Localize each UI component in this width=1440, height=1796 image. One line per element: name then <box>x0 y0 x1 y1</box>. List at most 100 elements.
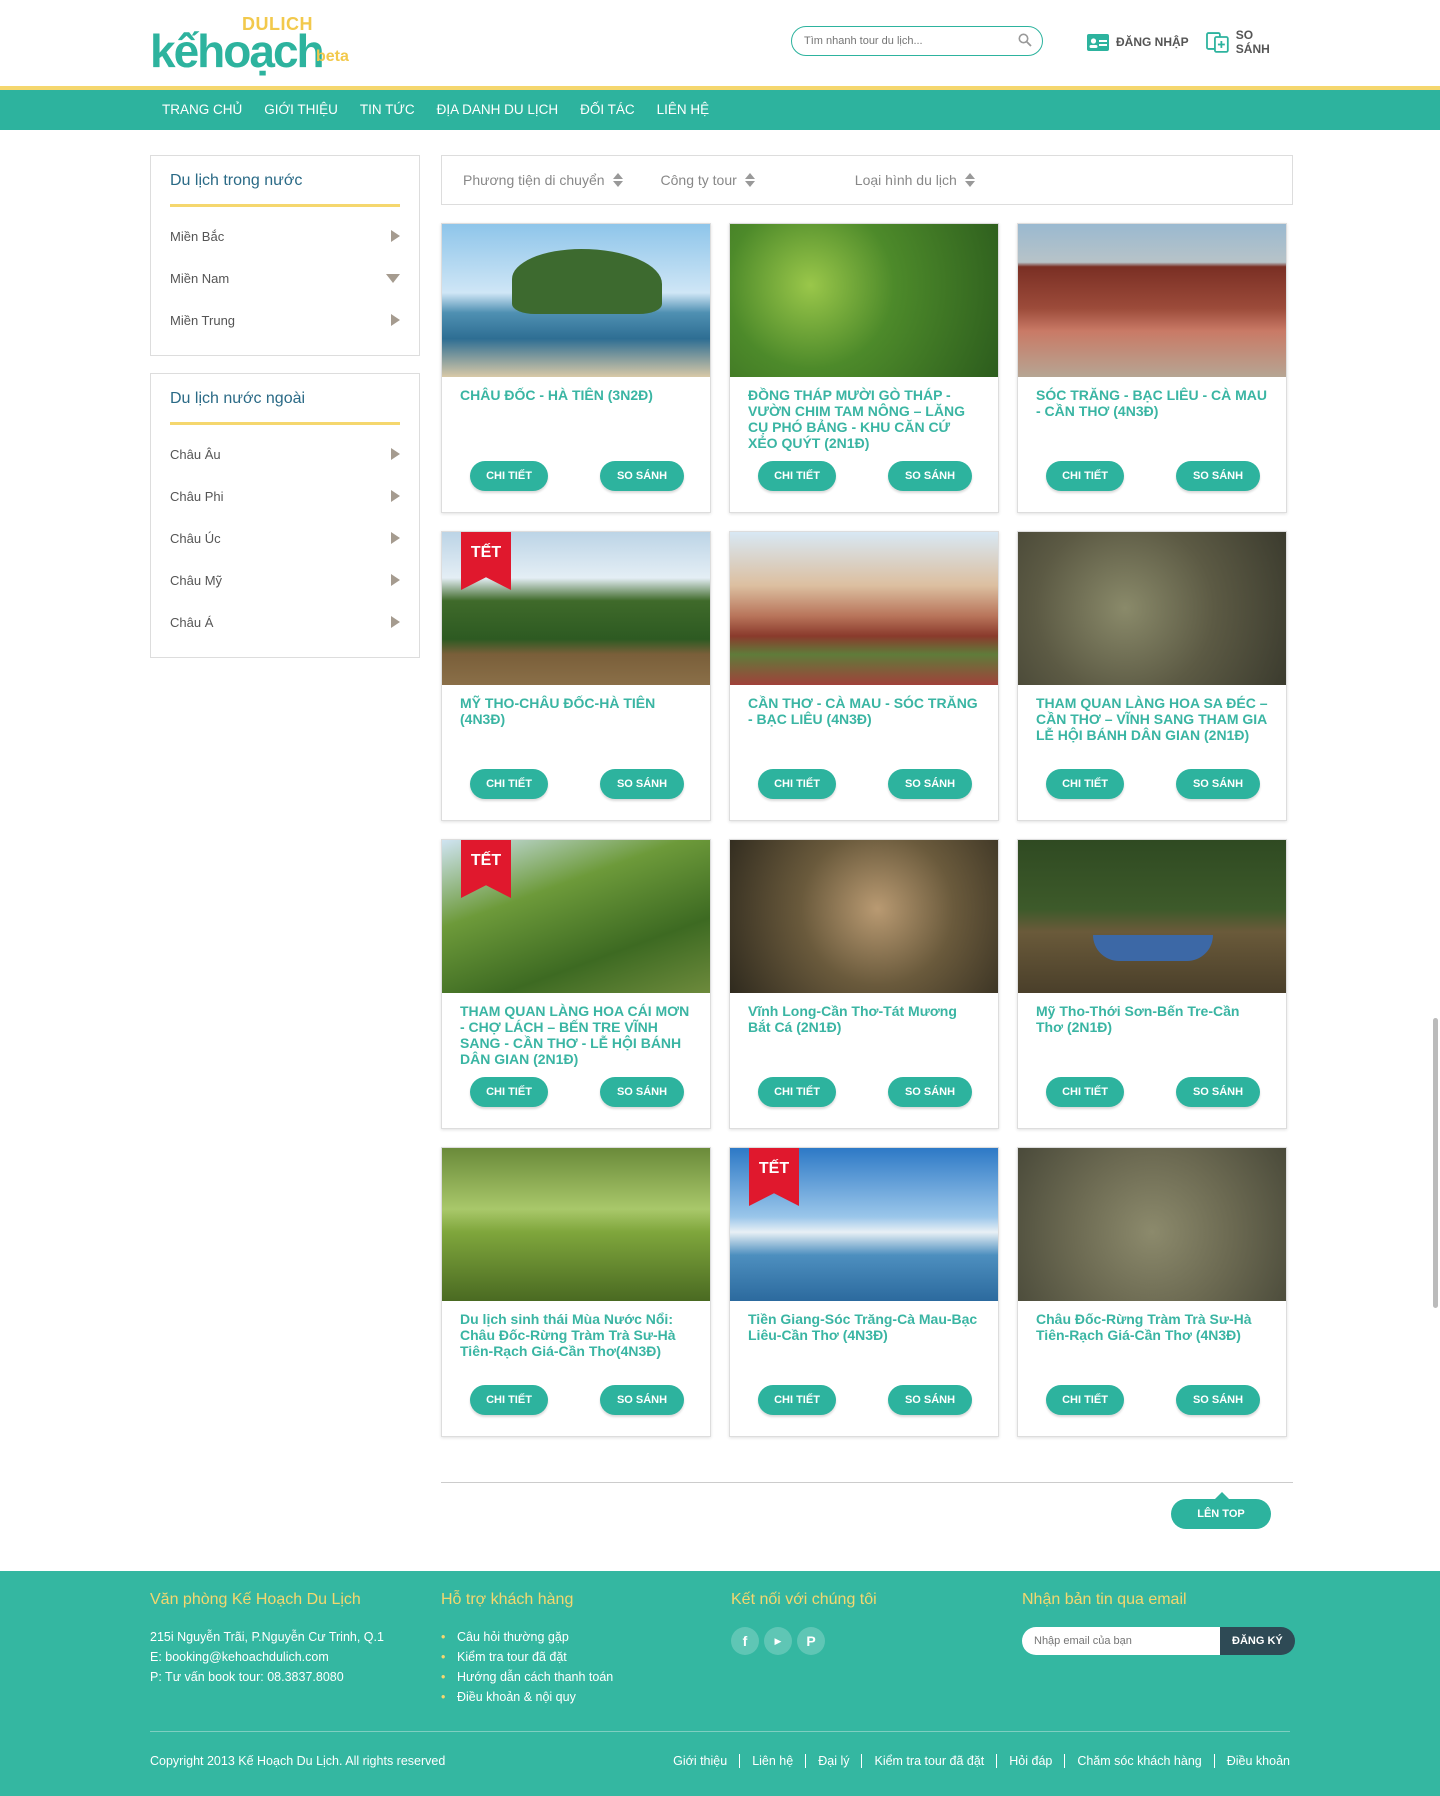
tour-title[interactable]: ĐỒNG THÁP MƯỜI GÒ THÁP - VƯỜN CHIM TAM N… <box>730 377 998 455</box>
tour-card[interactable]: SÓC TRĂNG - BẠC LIÊU - CÀ MAU - CẦN THƠ … <box>1017 223 1287 513</box>
detail-button[interactable]: CHI TIẾT <box>758 769 836 799</box>
tour-title[interactable]: CẦN THƠ - CÀ MAU - SÓC TRĂNG - BẠC LIÊU … <box>730 685 998 763</box>
facebook-icon[interactable]: f <box>731 1627 759 1655</box>
tour-title[interactable]: THAM QUAN LÀNG HOA SA ĐÉC – CẦN THƠ – VĨ… <box>1018 685 1286 763</box>
detail-button[interactable]: CHI TIẾT <box>1046 461 1124 491</box>
detail-button[interactable]: CHI TIẾT <box>1046 1077 1124 1107</box>
sidebar-item-central[interactable]: Miền Trung <box>170 299 400 341</box>
sidebar-item-europe[interactable]: Châu Âu <box>170 433 400 475</box>
tour-card[interactable]: THAM QUAN LÀNG HOA SA ĐÉC – CẦN THƠ – VĨ… <box>1017 531 1287 821</box>
sidebar-item-australia[interactable]: Châu Úc <box>170 517 400 559</box>
login-link[interactable]: ĐĂNG NHẬP <box>1086 30 1189 54</box>
tour-card[interactable]: Du lịch sinh thái Mùa Nước Nổi: Châu Đốc… <box>441 1147 711 1437</box>
compare-button[interactable]: SO SÁNH <box>1176 769 1260 799</box>
footer-link[interactable]: Kiểm tra tour đã đặt <box>861 1754 996 1768</box>
tour-card[interactable]: Vĩnh Long-Cần Thơ-Tát Mương Bắt Cá (2N1Đ… <box>729 839 999 1129</box>
footer-support-link[interactable]: Điều khoản & nội quy <box>441 1687 613 1707</box>
tour-title[interactable]: THAM QUAN LÀNG HOA CÁI MƠN - CHỢ LÁCH – … <box>442 993 710 1071</box>
detail-button[interactable]: CHI TIẾT <box>1046 1385 1124 1415</box>
filter-type[interactable]: Loại hình du lịch <box>855 172 975 188</box>
search-icon[interactable] <box>1018 33 1032 47</box>
compare-link[interactable]: SO SÁNH <box>1206 28 1290 56</box>
compare-button[interactable]: SO SÁNH <box>600 769 684 799</box>
tour-photo[interactable]: TẾT <box>442 532 710 685</box>
tour-title[interactable]: Tiền Giang-Sóc Trăng-Cà Mau-Bạc Liêu-Cần… <box>730 1301 998 1379</box>
compare-button[interactable]: SO SÁNH <box>600 1077 684 1107</box>
tour-photo[interactable] <box>1018 224 1286 377</box>
sidebar-item-asia[interactable]: Châu Á <box>170 601 400 643</box>
filter-transport[interactable]: Phương tiện di chuyển <box>463 172 623 188</box>
compare-button[interactable]: SO SÁNH <box>888 1077 972 1107</box>
tour-title[interactable]: Châu Đốc-Rừng Tràm Trà Sư-Hà Tiên-Rạch G… <box>1018 1301 1286 1379</box>
detail-button[interactable]: CHI TIẾT <box>470 1385 548 1415</box>
tour-card[interactable]: ĐỒNG THÁP MƯỜI GÒ THÁP - VƯỜN CHIM TAM N… <box>729 223 999 513</box>
tour-photo[interactable] <box>730 840 998 993</box>
site-logo[interactable]: DULICH kếhoạch beta <box>150 12 355 76</box>
tour-title[interactable]: SÓC TRĂNG - BẠC LIÊU - CÀ MAU - CẦN THƠ … <box>1018 377 1286 455</box>
footer-support-link[interactable]: Câu hỏi thường gặp <box>441 1627 613 1647</box>
nav-news[interactable]: TIN TỨC <box>349 90 426 130</box>
youtube-icon[interactable]: ▶ <box>764 1627 792 1655</box>
sidebar-item-america[interactable]: Châu Mỹ <box>170 559 400 601</box>
tour-card[interactable]: TẾT MỸ THO-CHÂU ĐỐC-HÀ TIÊN (4N3Đ) CHI TIẾ… <box>441 531 711 821</box>
footer-link[interactable]: Đại lý <box>805 1754 861 1768</box>
footer-support-link[interactable]: Hướng dẫn cách thanh toán <box>441 1667 613 1687</box>
tour-photo[interactable] <box>730 224 998 377</box>
tour-photo[interactable] <box>1018 532 1286 685</box>
tour-photo[interactable] <box>1018 840 1286 993</box>
newsletter-email-input[interactable] <box>1022 1627 1220 1655</box>
nav-home[interactable]: TRANG CHỦ <box>150 90 253 130</box>
footer-support-link[interactable]: Kiểm tra tour đã đặt <box>441 1647 613 1667</box>
detail-button[interactable]: CHI TIẾT <box>470 769 548 799</box>
footer-link[interactable]: Chăm sóc khách hàng <box>1064 1754 1213 1768</box>
detail-button[interactable]: CHI TIẾT <box>470 1077 548 1107</box>
sidebar-item-north[interactable]: Miền Bắc <box>170 215 400 257</box>
tour-photo[interactable] <box>1018 1148 1286 1301</box>
compare-button[interactable]: SO SÁNH <box>1176 1385 1260 1415</box>
sidebar-item-south[interactable]: Miền Nam <box>170 257 400 299</box>
back-to-top-button[interactable]: LÊN TOP <box>1171 1492 1271 1529</box>
tour-card[interactable]: TẾT Tiền Giang-Sóc Trăng-Cà Mau-Bạc Liêu-… <box>729 1147 999 1437</box>
sidebar-item-africa[interactable]: Châu Phi <box>170 475 400 517</box>
footer-link[interactable]: Liên hệ <box>739 1754 805 1768</box>
compare-button[interactable]: SO SÁNH <box>888 1385 972 1415</box>
nav-contact[interactable]: LIÊN HỆ <box>646 90 721 130</box>
compare-button[interactable]: SO SÁNH <box>600 461 684 491</box>
nav-about[interactable]: GIỚI THIỆU <box>253 90 349 130</box>
tour-photo[interactable]: TẾT <box>730 1148 998 1301</box>
tour-card[interactable]: Châu Đốc-Rừng Tràm Trà Sư-Hà Tiên-Rạch G… <box>1017 1147 1287 1437</box>
tour-card[interactable]: CẦN THƠ - CÀ MAU - SÓC TRĂNG - BẠC LIÊU … <box>729 531 999 821</box>
tour-photo[interactable] <box>730 532 998 685</box>
detail-button[interactable]: CHI TIẾT <box>758 461 836 491</box>
detail-button[interactable]: CHI TIẾT <box>1046 769 1124 799</box>
tour-photo[interactable] <box>442 224 710 377</box>
tour-title[interactable]: Du lịch sinh thái Mùa Nước Nổi: Châu Đốc… <box>442 1301 710 1379</box>
tour-card[interactable]: Mỹ Tho-Thới Sơn-Bến Tre-Cần Thơ (2N1Đ) CH… <box>1017 839 1287 1129</box>
tour-title[interactable]: CHÂU ĐỐC - HÀ TIÊN (3N2Đ) <box>442 377 710 455</box>
tour-title[interactable]: MỸ THO-CHÂU ĐỐC-HÀ TIÊN (4N3Đ) <box>442 685 710 763</box>
compare-button[interactable]: SO SÁNH <box>1176 461 1260 491</box>
tour-card[interactable]: CHÂU ĐỐC - HÀ TIÊN (3N2Đ) CHI TIẾT SO SÁNH <box>441 223 711 513</box>
nav-destinations[interactable]: ĐỊA DANH DU LỊCH <box>426 90 570 130</box>
scrollbar[interactable] <box>1433 1018 1438 1308</box>
footer-email[interactable]: E: booking@kehoachdulich.com <box>150 1647 384 1667</box>
search-input[interactable] <box>804 27 1014 54</box>
footer-link[interactable]: Giới thiệu <box>661 1754 739 1768</box>
footer-link[interactable]: Điều khoản <box>1213 1754 1290 1768</box>
footer-link[interactable]: Hỏi đáp <box>996 1754 1064 1768</box>
compare-button[interactable]: SO SÁNH <box>1176 1077 1260 1107</box>
compare-button[interactable]: SO SÁNH <box>888 461 972 491</box>
tour-photo[interactable] <box>442 1148 710 1301</box>
subscribe-button[interactable]: ĐĂNG KÝ <box>1220 1627 1295 1655</box>
tour-title[interactable]: Mỹ Tho-Thới Sơn-Bến Tre-Cần Thơ (2N1Đ) <box>1018 993 1286 1071</box>
detail-button[interactable]: CHI TIẾT <box>470 461 548 491</box>
filter-company[interactable]: Công ty tour <box>661 172 755 188</box>
detail-button[interactable]: CHI TIẾT <box>758 1077 836 1107</box>
detail-button[interactable]: CHI TIẾT <box>758 1385 836 1415</box>
compare-button[interactable]: SO SÁNH <box>888 769 972 799</box>
tour-title[interactable]: Vĩnh Long-Cần Thơ-Tát Mương Bắt Cá (2N1Đ… <box>730 993 998 1071</box>
pinterest-icon[interactable]: P <box>797 1627 825 1655</box>
compare-button[interactable]: SO SÁNH <box>600 1385 684 1415</box>
tour-photo[interactable]: TẾT <box>442 840 710 993</box>
tour-card[interactable]: TẾT THAM QUAN LÀNG HOA CÁI MƠN - CHỢ LÁCH… <box>441 839 711 1129</box>
